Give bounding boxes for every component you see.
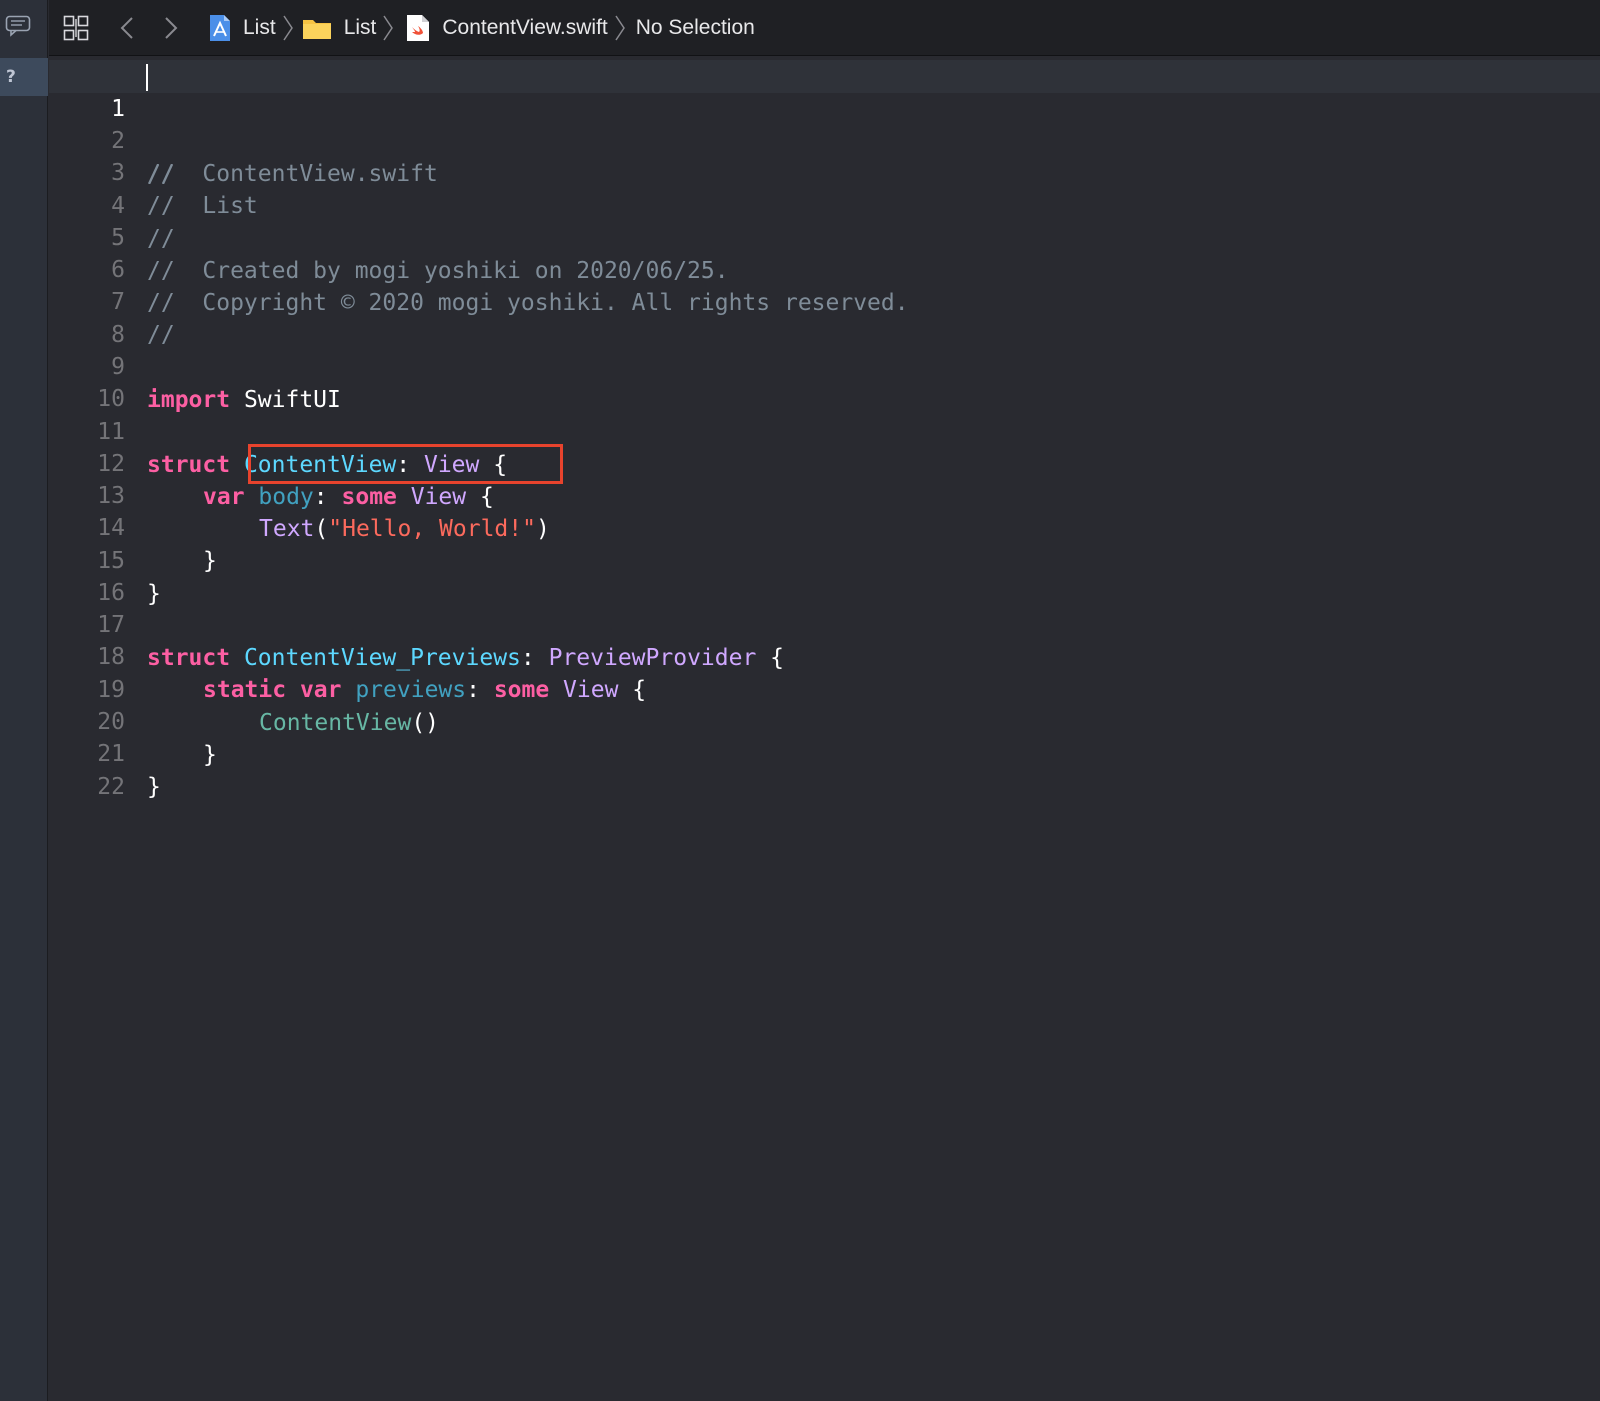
comment-icon[interactable]	[4, 13, 32, 39]
chevron-right-icon[interactable]	[163, 15, 179, 41]
breadcrumb-separator-icon	[382, 14, 394, 42]
code-line[interactable]: 9 import SwiftUI	[49, 318, 1600, 413]
xcode-window: ? List List ContentView.swift No Selecti…	[0, 0, 1600, 1401]
code-text: }	[147, 774, 161, 800]
code-line[interactable]: 22	[49, 738, 1600, 800]
swift-file-icon[interactable]	[406, 14, 430, 42]
code-line[interactable]: 20 }	[49, 673, 1600, 768]
inspector-strip: ?	[0, 0, 48, 1401]
code-line[interactable]: 2 // ContentView.swift	[49, 92, 1600, 187]
project-file-icon[interactable]	[209, 14, 231, 42]
code-line[interactable]: 15 }	[49, 512, 1600, 607]
code-line[interactable]: 18 static var previews: some View {	[49, 608, 1600, 703]
code-line[interactable]: 17 struct ContentView_Previews: PreviewP…	[49, 576, 1600, 671]
code-line[interactable]: 4 //	[49, 157, 1600, 252]
folder-icon[interactable]	[302, 16, 332, 40]
code-line[interactable]: 6 // Copyright © 2020 mogi yoshiki. All …	[49, 221, 1600, 316]
quick-help-button[interactable]: ?	[0, 58, 48, 96]
code-line[interactable]: 5 // Created by mogi yoshiki on 2020/06/…	[49, 189, 1600, 284]
jump-bar: List List ContentView.swift No Selection	[49, 0, 1600, 56]
help-label: ?	[6, 67, 16, 87]
code-line[interactable]: 10	[49, 350, 1600, 412]
breadcrumb-file[interactable]: ContentView.swift	[442, 16, 607, 40]
breadcrumb-separator-icon	[282, 14, 294, 42]
related-items-grid-icon[interactable]	[63, 15, 89, 41]
code-line[interactable]: 11 struct ContentView: View {	[49, 383, 1600, 478]
code-line[interactable]: 19 ContentView()	[49, 641, 1600, 736]
source-editor[interactable]: 1 // 2 // ContentView.swift 3 // List 4 …	[49, 57, 1600, 1401]
chevron-left-icon[interactable]	[119, 15, 135, 41]
breadcrumb-symbol[interactable]: No Selection	[636, 16, 755, 40]
code-line[interactable]: 7 //	[49, 253, 1600, 348]
breadcrumb-separator-icon	[614, 14, 626, 42]
code-line[interactable]: 21 }	[49, 705, 1600, 800]
code-line[interactable]: 8	[49, 286, 1600, 348]
annotation-highlight-box	[248, 444, 563, 484]
line-number: 22	[97, 774, 125, 800]
code-line[interactable]: 16	[49, 544, 1600, 606]
breadcrumb-project[interactable]: List	[243, 16, 276, 40]
breadcrumb-group[interactable]: List	[344, 16, 377, 40]
text-cursor	[146, 64, 148, 91]
code-line[interactable]: 3 // List	[49, 124, 1600, 219]
code-line[interactable]: 1 //	[49, 60, 1600, 188]
